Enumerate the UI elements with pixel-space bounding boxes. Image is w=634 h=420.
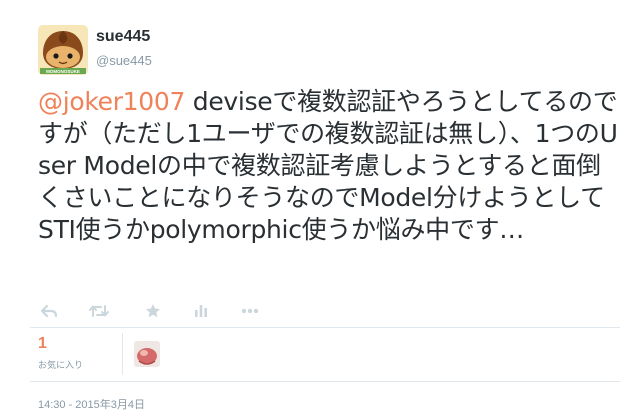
- mention-link[interactable]: @joker1007: [38, 87, 185, 116]
- favoriter-avatar[interactable]: [134, 341, 160, 367]
- favorite-button[interactable]: [142, 300, 164, 322]
- reply-icon: [41, 304, 57, 318]
- retweet-icon: [89, 305, 109, 317]
- stats-bar-icon: [195, 305, 207, 317]
- more-dots-icon: [241, 308, 259, 314]
- favorites-count[interactable]: 1: [38, 335, 47, 353]
- stats-separator: [122, 333, 123, 375]
- tweet-timestamp[interactable]: 14:30 - 2015年3月4日: [38, 396, 145, 412]
- author-avatar[interactable]: MOMONOSUKE: [38, 25, 88, 75]
- reply-button[interactable]: [38, 300, 60, 322]
- chestnut-mascot-icon: MOMONOSUKE: [38, 25, 88, 75]
- favorite-star-icon: [146, 304, 160, 318]
- divider-top: [30, 327, 620, 328]
- more-button[interactable]: [239, 300, 261, 322]
- tweet-text: @joker1007 deviseで複数認証やろうとしてるのですが（ただし1ユー…: [38, 86, 618, 246]
- retweet-button[interactable]: [88, 300, 110, 322]
- author-name[interactable]: sue445: [96, 28, 150, 46]
- favorites-label: お気に入り: [38, 361, 84, 371]
- avatar-caption: MOMONOSUKE: [46, 69, 80, 74]
- user-avatar-icon: [134, 341, 160, 367]
- author-handle[interactable]: @sue445: [96, 53, 152, 68]
- stats-button[interactable]: [190, 300, 212, 322]
- divider-bottom: [30, 381, 620, 382]
